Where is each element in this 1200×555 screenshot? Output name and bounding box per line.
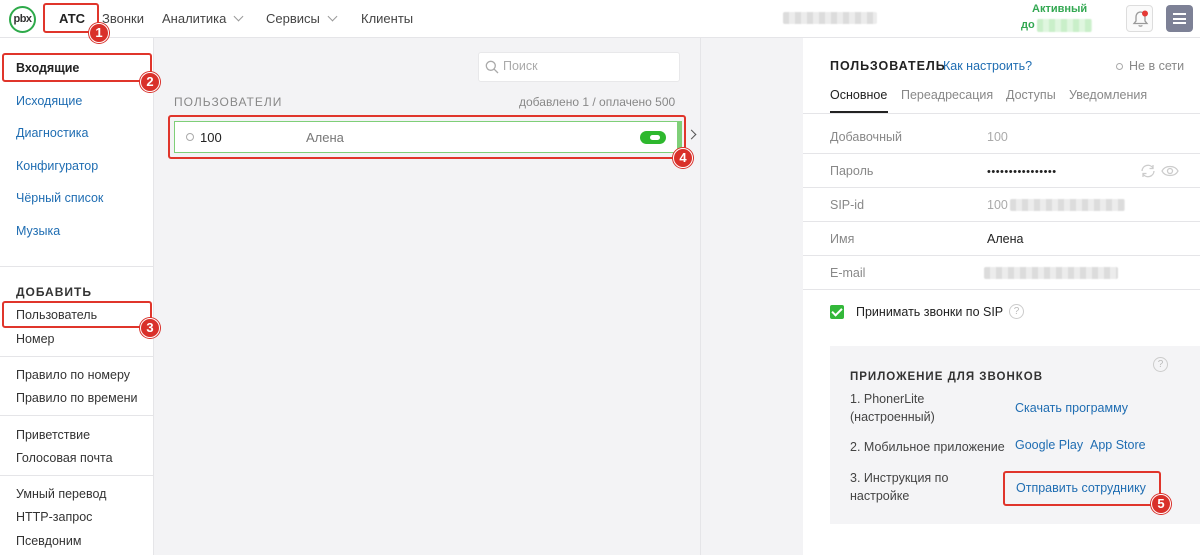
chevron-right-icon — [686, 129, 697, 140]
nav-clients[interactable]: Клиенты — [361, 11, 413, 26]
add-greeting-button[interactable]: Приветствие — [16, 428, 90, 442]
regenerate-password-icon[interactable] — [1139, 163, 1157, 179]
add-voicemail-button[interactable]: Голосовая почта — [16, 451, 113, 465]
sidebar-divider — [0, 266, 154, 267]
sidebar-item-diagnostics[interactable]: Диагностика — [16, 126, 88, 140]
nav-calls[interactable]: Звонки — [102, 11, 144, 26]
field-password: Пароль •••••••••••••••• — [803, 154, 1200, 188]
users-count: добавлено 1 / оплачено 500 — [519, 95, 676, 109]
add-smart-transfer-button[interactable]: Умный перевод — [16, 487, 106, 501]
field-email-label: E-mail — [830, 266, 866, 280]
add-number-button[interactable]: Номер — [16, 332, 54, 346]
nav-services-label: Сервисы — [266, 11, 320, 26]
field-extension-value: 100 — [987, 130, 1008, 144]
tab-access[interactable]: Доступы — [1006, 88, 1056, 102]
nav-services[interactable]: Сервисы — [266, 11, 338, 26]
status-dot-icon — [1116, 63, 1123, 70]
step1-line2: (настроенный) — [850, 410, 935, 424]
tab-notifications[interactable]: Уведомления — [1069, 88, 1147, 102]
field-email: E-mail — [803, 256, 1200, 290]
help-icon[interactable]: ? — [1009, 304, 1024, 319]
panel-title: ПОЛЬЗОВАТЕЛЬ — [830, 59, 946, 73]
field-sip-id-value: 100 — [987, 198, 1008, 212]
add-number-rule-button[interactable]: Правило по номеру — [16, 368, 130, 382]
annotation-highlight — [168, 115, 686, 159]
email-redacted — [984, 267, 1118, 279]
help-icon[interactable]: ? — [1153, 357, 1168, 372]
step2-text: 2. Мобильное приложение — [850, 440, 1005, 454]
valid-until-date-redacted — [1037, 19, 1092, 32]
annotation-badge: 3 — [140, 318, 160, 338]
sidebar: Входящие Исходящие Диагностика Конфигура… — [0, 38, 154, 555]
annotation-highlight — [2, 53, 152, 82]
sidebar-item-outgoing[interactable]: Исходящие — [16, 94, 82, 108]
account-valid-until: до — [1021, 19, 1035, 31]
notifications-button[interactable] — [1126, 5, 1153, 32]
column-divider — [700, 38, 701, 555]
chevron-down-icon — [327, 11, 338, 22]
sip-id-redacted — [1010, 199, 1125, 211]
menu-line — [1173, 17, 1186, 20]
nav-analytics[interactable]: Аналитика — [162, 11, 244, 26]
sidebar-divider — [0, 356, 154, 357]
google-play-link[interactable]: Google Play — [1015, 438, 1083, 452]
annotation-badge: 2 — [140, 72, 160, 92]
sidebar-item-blacklist[interactable]: Чёрный список — [16, 191, 103, 205]
field-password-label: Пароль — [830, 164, 874, 178]
user-online-status: Не в сети — [1116, 59, 1184, 73]
search-box — [478, 52, 680, 82]
sip-calls-checkbox[interactable] — [830, 305, 844, 319]
download-program-link[interactable]: Скачать программу — [1015, 401, 1128, 415]
tab-forwarding[interactable]: Переадресация — [901, 88, 993, 102]
add-alias-button[interactable]: Псевдоним — [16, 534, 81, 548]
annotation-badge: 1 — [89, 23, 109, 43]
annotation-highlight — [1003, 471, 1161, 506]
pbx-logo[interactable]: pbx — [9, 6, 36, 33]
account-name-redacted — [783, 12, 877, 24]
top-bar: pbx АТС Звонки Аналитика Сервисы Клиенты… — [0, 0, 1200, 38]
sidebar-divider — [0, 415, 154, 416]
step3-text: 3. Инструкция по настройке — [850, 469, 948, 505]
sidebar-item-configurator[interactable]: Конфигуратор — [16, 159, 98, 173]
tabs-divider — [803, 113, 1200, 114]
sidebar-add-heading: ДОБАВИТЬ — [16, 285, 92, 299]
step1-text: 1. PhonerLite (настроенный) — [850, 390, 935, 426]
field-sip-id-label: SIP-id — [830, 198, 865, 212]
field-name: Имя Алена — [803, 222, 1200, 256]
bell-icon — [1132, 10, 1149, 27]
how-to-setup-link[interactable]: Как настроить? — [943, 59, 1032, 73]
main-menu-button[interactable] — [1166, 5, 1193, 32]
field-name-label: Имя — [830, 232, 855, 246]
password-field[interactable]: •••••••••••••••• — [987, 166, 1057, 178]
search-icon — [485, 60, 499, 74]
step3-line2: настройке — [850, 489, 910, 503]
sidebar-divider — [0, 475, 154, 476]
annotation-highlight — [2, 301, 152, 328]
tab-main[interactable]: Основное — [830, 88, 887, 102]
calling-app-title: ПРИЛОЖЕНИЕ ДЛЯ ЗВОНКОВ — [850, 371, 1044, 383]
annotation-badge: 5 — [1151, 494, 1171, 514]
field-sip-id: SIP-id 100 — [803, 188, 1200, 222]
add-time-rule-button[interactable]: Правило по времени — [16, 391, 138, 405]
nav-analytics-label: Аналитика — [162, 11, 227, 26]
users-heading: ПОЛЬЗОВАТЕЛИ — [174, 95, 283, 109]
step1-line1: 1. PhonerLite — [850, 392, 925, 406]
menu-line — [1173, 13, 1186, 15]
field-name-value[interactable]: Алена — [987, 232, 1023, 246]
add-http-request-button[interactable]: HTTP-запрос — [16, 510, 92, 524]
account-status: Активный — [1032, 3, 1088, 15]
show-password-icon[interactable] — [1161, 164, 1179, 178]
field-extension-label: Добавочный — [830, 130, 902, 144]
search-input[interactable] — [503, 59, 673, 73]
field-extension: Добавочный 100 — [803, 120, 1200, 154]
step3-line1: 3. Инструкция по — [850, 471, 949, 485]
menu-line — [1173, 22, 1186, 24]
annotation-badge: 4 — [673, 148, 693, 168]
app-store-link[interactable]: App Store — [1090, 438, 1146, 452]
sip-calls-checkbox-label: Принимать звонки по SIP — [856, 305, 1004, 319]
chevron-down-icon — [233, 11, 244, 22]
sidebar-item-music[interactable]: Музыка — [16, 224, 60, 238]
user-online-status-label: Не в сети — [1129, 59, 1185, 73]
